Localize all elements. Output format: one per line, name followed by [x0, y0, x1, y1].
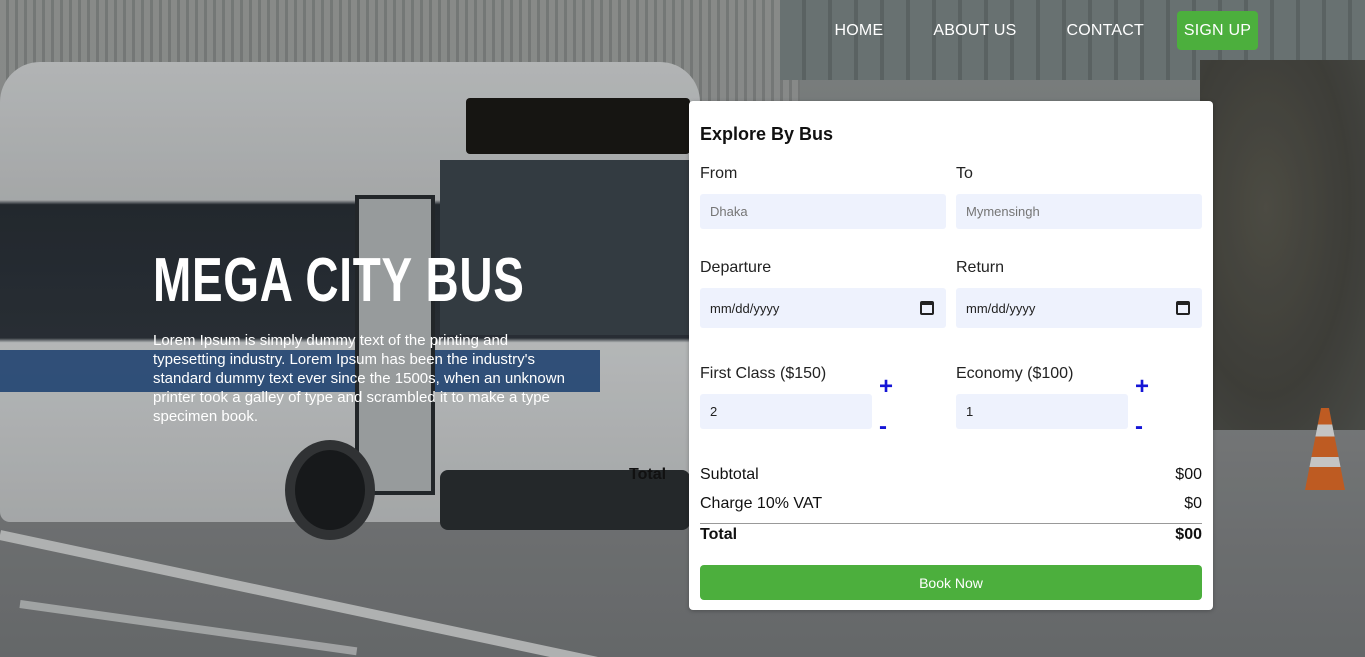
total-row: Total $00	[700, 526, 1202, 544]
return-label: Return	[956, 259, 1005, 276]
top-nav: HOME ABOUT US CONTACT SIGN UP	[835, 11, 1258, 50]
first-class-quantity-input[interactable]	[700, 394, 872, 429]
hero-description: Lorem Ipsum is simply dummy text of the …	[153, 332, 565, 425]
subtotal-row: Subtotal $00	[700, 466, 1202, 484]
background-total-text: Total	[629, 466, 667, 483]
vat-label: Charge 10% VAT	[700, 495, 823, 512]
from-label: From	[700, 165, 738, 182]
first-class-plus-button[interactable]: +	[879, 375, 893, 399]
return-date-value: mm/dd/yyyy	[966, 300, 1036, 316]
sign-up-button[interactable]: SIGN UP	[1177, 11, 1258, 50]
departure-date-value: mm/dd/yyyy	[710, 300, 780, 316]
economy-minus-button[interactable]: -	[1135, 415, 1143, 439]
hero-title: MEGA CITY BUS	[153, 246, 525, 315]
summary-divider	[700, 523, 1202, 524]
calendar-icon[interactable]	[920, 301, 934, 315]
nav-about-link[interactable]: ABOUT US	[933, 22, 1016, 40]
total-value: $00	[1175, 526, 1202, 543]
book-now-button[interactable]: Book Now	[700, 565, 1202, 600]
calendar-icon[interactable]	[1176, 301, 1190, 315]
booking-title: Explore By Bus	[700, 124, 834, 144]
subtotal-label: Subtotal	[700, 466, 759, 483]
vat-value: $0	[1184, 495, 1202, 512]
departure-date-input[interactable]: mm/dd/yyyy	[700, 288, 946, 328]
nav-home-link[interactable]: HOME	[835, 22, 884, 40]
to-input[interactable]	[956, 194, 1202, 229]
total-label: Total	[700, 526, 738, 543]
to-label: To	[956, 165, 973, 182]
booking-card: Explore By Bus From To Departure mm/dd/y…	[689, 101, 1213, 610]
vat-row: Charge 10% VAT $0	[700, 495, 1202, 513]
economy-quantity-input[interactable]	[956, 394, 1128, 429]
subtotal-value: $00	[1175, 466, 1202, 483]
economy-label: Economy ($100)	[956, 365, 1074, 382]
return-date-input[interactable]: mm/dd/yyyy	[956, 288, 1202, 328]
nav-contact-link[interactable]: CONTACT	[1066, 22, 1144, 40]
economy-plus-button[interactable]: +	[1135, 375, 1149, 399]
from-input[interactable]	[700, 194, 946, 229]
first-class-label: First Class ($150)	[700, 365, 827, 382]
departure-label: Departure	[700, 259, 772, 276]
first-class-minus-button[interactable]: -	[879, 415, 887, 439]
